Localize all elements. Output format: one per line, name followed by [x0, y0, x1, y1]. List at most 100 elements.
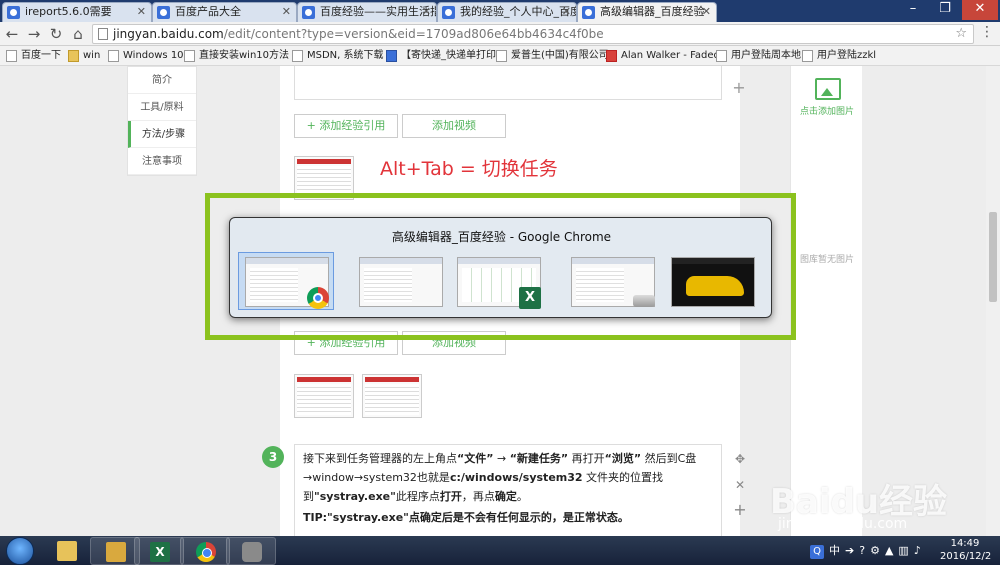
reload-icon[interactable]: ↻ [46, 24, 66, 44]
bookmark-item[interactable]: Windows 10 [108, 48, 184, 64]
punctuation-icon[interactable]: ➔ [845, 544, 854, 557]
switcher-window-photo[interactable] [352, 252, 448, 310]
bookmark-label: 爱普生(中国)有限公司 [511, 50, 609, 61]
page-icon [802, 50, 813, 62]
bookmark-label: 【寄快递_快递单打印 [401, 50, 496, 61]
back-arrow-icon[interactable]: ← [2, 24, 22, 44]
bookmark-star-icon[interactable]: ☆ [955, 25, 967, 43]
clock-time: 14:49 [950, 538, 980, 549]
step-number-badge: 3 [262, 446, 284, 468]
windows-taskbar: X Q 中 ➔? ⚙ ▲ ▥ ♪ 14:49 2016/12/2 [0, 536, 1000, 565]
taskbar-app-folder[interactable] [90, 537, 140, 565]
nav-item-notes[interactable]: 注意事项 [128, 148, 196, 175]
bookmark-item[interactable]: 爱普生(中国)有限公司 [496, 48, 609, 64]
excel-icon: X [519, 287, 541, 309]
ime-icon[interactable]: Q [810, 545, 824, 559]
add-step-icon[interactable]: + [733, 500, 747, 519]
close-tab-icon[interactable]: ✕ [282, 3, 291, 21]
step-emphasis: “新建任务” [509, 452, 569, 465]
step-3-text[interactable]: 接下来到任务管理器的左上角点“文件” → “新建任务” 再打开“浏览” 然后到C… [294, 444, 722, 536]
settings-icon[interactable]: ⚙ [870, 544, 880, 557]
url-bar[interactable]: jingyan.baidu.com/edit/content?type=vers… [92, 24, 974, 44]
ime-mode[interactable]: 中 [829, 544, 840, 557]
page-icon [108, 50, 119, 62]
tab-advanced-editor[interactable]: 高级编辑器_百度经验 ✕ [577, 2, 717, 22]
delete-step-icon[interactable]: ✕ [733, 478, 747, 492]
gallery-empty-label: 图库暂无图片 [799, 255, 854, 265]
robot-app-icon [242, 542, 262, 562]
bookmark-label: Alan Walker - Faded [621, 50, 720, 61]
nav-item-steps[interactable]: 方法/步骤 [128, 121, 196, 148]
network-icon[interactable]: ▥ [898, 544, 908, 557]
page-icon [98, 28, 108, 40]
add-image-label[interactable]: 点击添加图片 [791, 104, 863, 117]
step-image-thumbnail[interactable] [294, 374, 354, 418]
switcher-window-desktop[interactable] [664, 252, 760, 310]
folder-icon [106, 542, 126, 562]
close-window-icon[interactable]: ✕ [962, 0, 998, 20]
tab-baidu-products[interactable]: 百度产品大全 ✕ [152, 2, 297, 22]
switcher-window-excel[interactable]: X [450, 252, 546, 310]
page-scrollbar[interactable] [986, 66, 1000, 536]
scrollbar-thumb[interactable] [989, 212, 997, 302]
step-text: 再打开 [568, 452, 605, 465]
alt-tab-caption: Alt+Tab = 切换任务 [380, 158, 558, 180]
chrome-icon [196, 542, 216, 562]
bookmark-item[interactable]: 直接安装win10方法 [184, 48, 289, 64]
taskbar-app-explorer[interactable] [42, 537, 92, 565]
page-icon [496, 50, 507, 62]
bookmark-item[interactable]: 百度一下 [6, 48, 61, 64]
close-tab-icon[interactable]: ✕ [422, 3, 431, 21]
chrome-menu-icon[interactable]: ⋮ [980, 24, 994, 40]
bookmark-label: 直接安装win10方法 [199, 50, 290, 61]
add-video-button[interactable]: 添加视频 [402, 114, 506, 138]
bookmark-item[interactable]: MSDN, 系统下载 [292, 48, 384, 64]
tab-label: 百度经验——实用生活指 [320, 5, 437, 18]
tray-expand-icon[interactable]: ▲ [885, 544, 893, 557]
taskbar-app-chrome[interactable] [180, 537, 230, 565]
step-text-input[interactable] [294, 66, 722, 100]
nav-item-intro[interactable]: 简介 [128, 67, 196, 94]
tab-baidu-jingyan[interactable]: 百度经验——实用生活指 ✕ [297, 2, 437, 22]
close-tab-icon[interactable]: ✕ [702, 3, 711, 21]
bookmark-folder[interactable]: win [68, 48, 100, 64]
step-emphasis: c:/windows/system32 [449, 471, 583, 484]
switcher-window-explorer[interactable] [564, 252, 660, 310]
forward-arrow-icon[interactable]: → [24, 24, 44, 44]
image-panel: 点击添加图片 图库暂无图片 [790, 66, 862, 536]
taskbar-app-excel[interactable]: X [134, 537, 184, 565]
nav-item-tools[interactable]: 工具/原料 [128, 94, 196, 121]
step-image-thumbnail[interactable] [362, 374, 422, 418]
tab-ireport[interactable]: ireport5.6.0需要 ✕ [2, 2, 152, 22]
taskbar-app-robot[interactable] [226, 537, 276, 565]
move-step-icon[interactable]: ✥ [733, 452, 747, 466]
close-tab-icon[interactable]: ✕ [137, 3, 146, 21]
home-icon[interactable]: ⌂ [68, 24, 88, 44]
baidu-favicon-icon [157, 6, 170, 19]
close-tab-icon[interactable]: ✕ [562, 3, 571, 21]
add-step-icon[interactable]: + [732, 78, 746, 97]
explorer-icon [57, 541, 77, 561]
step-emphasis: 打开 [439, 490, 462, 503]
step-emphasis: “文件” [457, 452, 494, 465]
bookmark-item[interactable]: Alan Walker - Faded [606, 48, 720, 64]
taskbar-clock[interactable]: 14:49 2016/12/2 [940, 537, 991, 563]
bookmark-label: Windows 10 [123, 50, 184, 61]
help-icon[interactable]: ? [859, 544, 865, 557]
add-reference-button[interactable]: + 添加经验引用 [294, 114, 398, 138]
step-text: 接下来到任务管理器的左上角点 [303, 452, 457, 465]
page-icon [292, 50, 303, 62]
switcher-window-chrome[interactable] [238, 252, 334, 310]
bookmarks-bar: 百度一下 win Windows 10 直接安装win10方法 MSDN, 系统… [0, 46, 1000, 66]
volume-icon[interactable]: ♪ [914, 544, 921, 557]
start-button[interactable] [6, 537, 34, 565]
drive-icon [633, 295, 655, 307]
tab-my-jingyan[interactable]: 我的经验_个人中心_百度 ✕ [437, 2, 577, 22]
bookmark-item[interactable]: 用户登陆zzkl [802, 48, 876, 64]
bookmark-label: 用户登陆周本地 [731, 50, 801, 61]
minimize-icon[interactable]: – [898, 0, 928, 20]
add-image-icon[interactable] [815, 78, 841, 100]
maximize-icon[interactable]: ❐ [930, 0, 960, 20]
bookmark-item[interactable]: 用户登陆周本地 [716, 48, 801, 64]
bookmark-item[interactable]: 【寄快递_快递单打印 [386, 48, 496, 64]
